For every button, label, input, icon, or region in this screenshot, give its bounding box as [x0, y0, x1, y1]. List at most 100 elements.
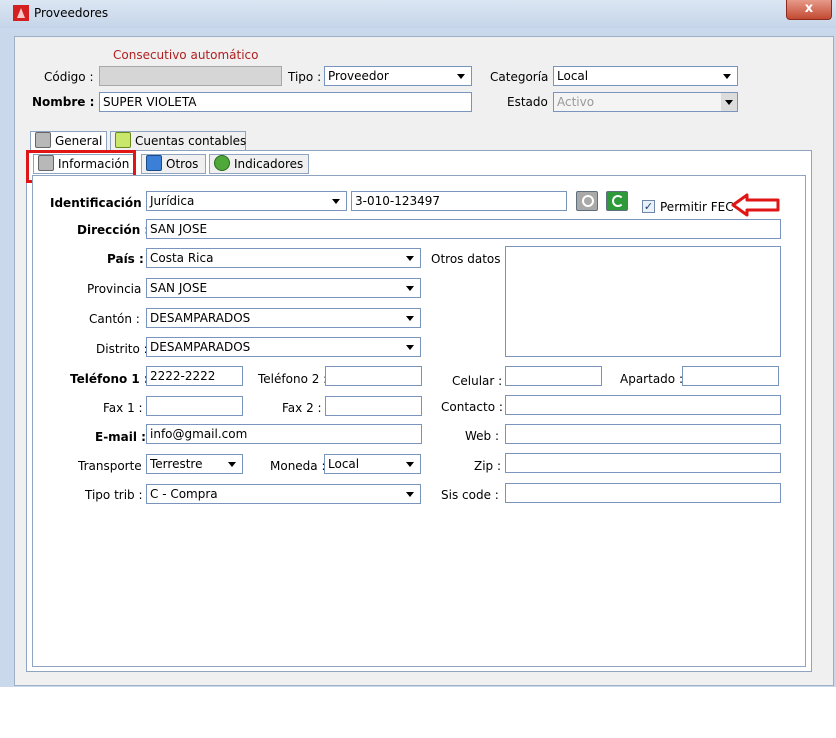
subtab-otros[interactable]: Otros [141, 154, 206, 174]
app-icon [13, 5, 29, 21]
distrito-value: DESAMPARADOS [150, 340, 251, 354]
telefono1-label: Teléfono 1 : [70, 372, 149, 386]
telefono1-field[interactable]: 2222-2222 [146, 366, 243, 386]
subtab-otros-label: Otros [166, 157, 199, 171]
distrito-label: Distrito : [96, 342, 148, 356]
chevron-down-icon [332, 199, 340, 204]
email-field[interactable]: info@gmail.com [146, 424, 422, 444]
direccion-label: Dirección : [77, 223, 150, 237]
tab-general-label: General [55, 134, 103, 148]
identificacion-tipo-select[interactable]: Jurídica [146, 191, 347, 211]
categoria-label: Categoría : [490, 70, 557, 84]
chevron-down-icon [406, 256, 414, 261]
celular-label: Celular : [452, 374, 503, 388]
transporte-select[interactable]: Terrestre [146, 454, 243, 474]
zip-field[interactable] [505, 453, 781, 473]
chevron-down-icon [406, 462, 414, 467]
estado-label: Estado : [507, 95, 556, 109]
provincia-value: SAN JOSE [150, 281, 208, 295]
canton-value: DESAMPARADOS [150, 311, 251, 325]
sis-code-label: Sis code : [441, 488, 499, 502]
chevron-down-icon [406, 316, 414, 321]
tab-cuentas-contables[interactable]: Cuentas contables [110, 131, 246, 151]
moneda-value: Local [328, 457, 360, 471]
auto-number-note: Consecutivo automático [113, 48, 259, 62]
apartado-label: Apartado : [620, 372, 683, 386]
web-field[interactable] [505, 424, 781, 444]
identificacion-field[interactable]: 3-010-123497 [351, 191, 567, 211]
zip-label: Zip : [474, 459, 502, 473]
sis-code-field[interactable] [505, 483, 781, 503]
moneda-label: Moneda : [270, 459, 326, 473]
nombre-field[interactable]: SUPER VIOLETA [99, 92, 472, 112]
categoria-select[interactable]: Local [553, 66, 738, 86]
contacto-field[interactable] [505, 395, 781, 415]
estado-value: Activo [557, 95, 595, 109]
pais-value: Costa Rica [150, 251, 214, 265]
permitir-fec-label: Permitir FEC [660, 200, 734, 214]
chevron-down-icon [406, 286, 414, 291]
tab-general[interactable]: General [30, 131, 107, 151]
chevron-down-icon [406, 345, 414, 350]
direccion-field[interactable]: SAN JOSE [146, 219, 781, 239]
chevron-down-icon [725, 100, 733, 105]
chevron-down-icon [723, 74, 731, 79]
provincia-select[interactable]: SAN JOSE [146, 278, 421, 298]
apartado-field[interactable] [682, 366, 779, 386]
tipo-label: Tipo : [288, 70, 322, 84]
chevron-down-icon [457, 74, 465, 79]
title-bar[interactable]: Proveedores x [0, 0, 836, 28]
fax2-field[interactable] [325, 396, 422, 416]
pais-label: País : [107, 252, 144, 266]
canton-select[interactable]: DESAMPARADOS [146, 308, 421, 328]
codigo-field[interactable] [99, 66, 282, 86]
provincia-label: Provincia : [87, 282, 150, 296]
search-button[interactable] [576, 191, 598, 211]
gauge-icon [214, 155, 230, 171]
close-button[interactable]: x [786, 0, 832, 20]
tipo-trib-value: C - Compra [150, 487, 218, 501]
codigo-label: Código : [44, 70, 94, 84]
red-arrow-icon [731, 193, 780, 217]
tipo-select[interactable]: Proveedor [324, 66, 472, 86]
chart-icon [115, 132, 131, 148]
tipo-trib-label: Tipo trib : [85, 488, 143, 502]
celular-field[interactable] [505, 366, 602, 386]
tipo-trib-select[interactable]: C - Compra [146, 484, 421, 504]
transporte-value: Terrestre [150, 457, 203, 471]
fax1-field[interactable] [146, 396, 243, 416]
refresh-button[interactable] [606, 191, 628, 211]
estado-select[interactable]: Activo [553, 92, 738, 112]
web-label: Web : [465, 429, 500, 443]
chevron-down-icon [406, 492, 414, 497]
subtab-indicadores[interactable]: Indicadores [209, 154, 309, 174]
chevron-down-icon [228, 462, 236, 467]
identificacion-label: Identificación : [50, 196, 151, 210]
fax2-label: Fax 2 : [282, 401, 322, 415]
pais-select[interactable]: Costa Rica [146, 248, 421, 268]
otros-datos-textarea[interactable] [505, 246, 781, 357]
distrito-select[interactable]: DESAMPARADOS [146, 337, 421, 357]
moneda-select[interactable]: Local [324, 454, 421, 474]
magnifier-icon [35, 132, 51, 148]
telefono2-field[interactable] [325, 366, 422, 386]
window: Proveedores x Consecutivo automático Cód… [0, 0, 836, 687]
refresh-icon [612, 195, 624, 207]
permitir-fec-checkbox[interactable]: ✓ [642, 200, 655, 213]
identificacion-tipo-value: Jurídica [150, 194, 195, 208]
search-icon [582, 195, 594, 207]
contacto-label: Contacto : [441, 400, 503, 414]
email-label: E-mail : [95, 430, 146, 444]
subtab-indicadores-label: Indicadores [234, 157, 304, 171]
transporte-label: Transporte : [78, 459, 150, 473]
categoria-value: Local [557, 69, 589, 83]
tab-cuentas-label: Cuentas contables [135, 134, 247, 148]
list-icon [146, 155, 162, 171]
fax1-label: Fax 1 : [103, 401, 143, 415]
tipo-value: Proveedor [328, 69, 389, 83]
canton-label: Cantón : [89, 312, 140, 326]
otros-datos-label: Otros datos : [431, 252, 509, 266]
telefono2-label: Teléfono 2 : [258, 372, 328, 386]
nombre-label: Nombre : [32, 95, 95, 109]
window-title: Proveedores [34, 6, 109, 20]
